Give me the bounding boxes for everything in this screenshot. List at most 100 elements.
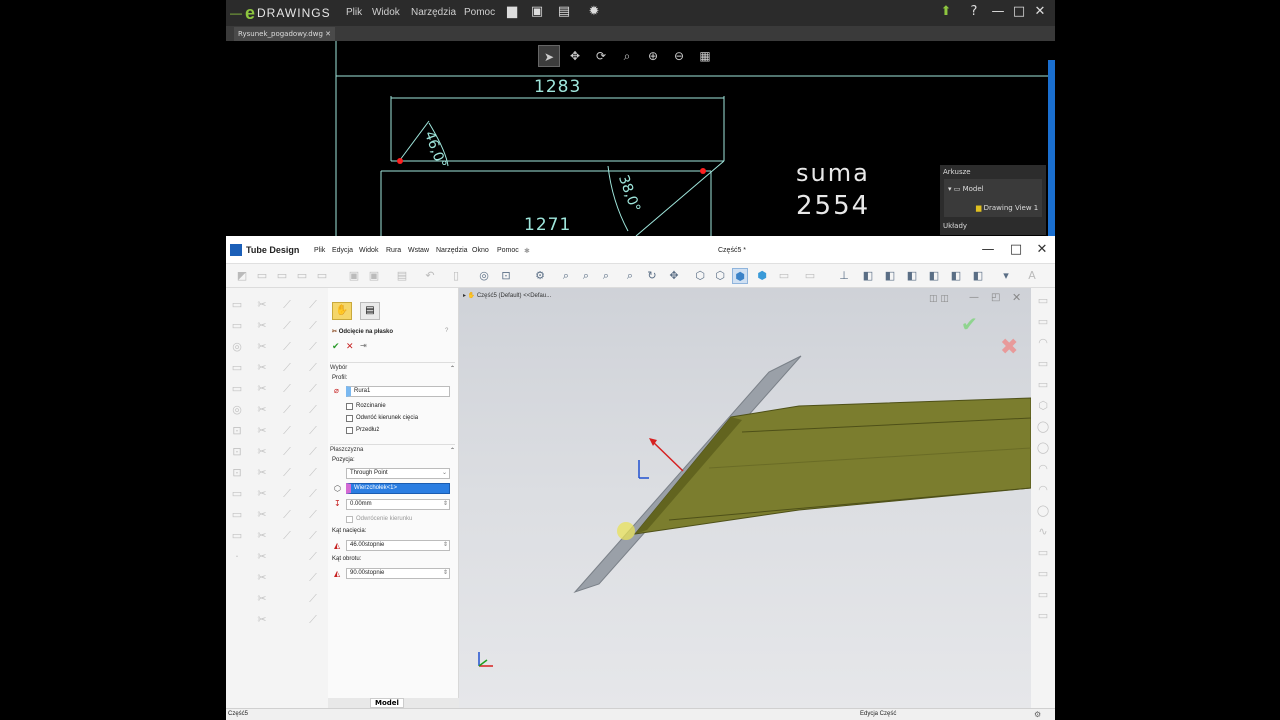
tool-icon[interactable]: ⟋ [279, 465, 295, 481]
view-iso-icon[interactable]: ◧ [970, 268, 986, 284]
tool-icon[interactable]: ▭ [229, 528, 245, 544]
new-icon[interactable]: ◩ [234, 268, 250, 284]
side-tool-icon[interactable]: ▭ [1035, 314, 1051, 330]
tool-icon[interactable]: ⟋ [279, 381, 295, 397]
shaded-icon[interactable]: ⬢ [754, 268, 770, 284]
document-tab[interactable]: Rysunek_pogadowy.dwg ✕ [234, 27, 335, 41]
zoom-sheet-icon[interactable]: ◎ [476, 268, 492, 284]
tool-icon[interactable]: ✂ [254, 402, 270, 418]
tool-icon[interactable]: ⊡ [229, 444, 245, 460]
maximize-icon[interactable]: □ [1011, 4, 1027, 20]
tool-icon[interactable]: ⟋ [279, 318, 295, 334]
side-tool-icon[interactable]: ▭ [1035, 566, 1051, 582]
tool-icon[interactable]: ⟋ [305, 570, 321, 586]
select-arrow-icon[interactable]: ➤ [538, 45, 560, 67]
save-icon-td[interactable]: ▣ [346, 268, 362, 284]
profile-field[interactable]: Rura1 [346, 386, 450, 397]
pan-icon[interactable]: ✥ [564, 45, 586, 67]
extend-checkbox[interactable] [346, 427, 353, 434]
side-tool-icon[interactable]: ◠ [1035, 335, 1051, 351]
arrow-up-icon[interactable]: ⬆ [938, 4, 954, 20]
tool-icon[interactable]: ⟋ [305, 297, 321, 313]
menu-plik[interactable]: Plik [346, 7, 362, 18]
zoom-to-area-icon[interactable]: ⌕ [578, 268, 594, 284]
tool-icon[interactable]: ⟋ [279, 528, 295, 544]
offset-field[interactable]: 0.00mm ⇕ [346, 499, 450, 510]
td-menu-edycja[interactable]: Edycja [332, 247, 353, 254]
copy-icon[interactable]: ▭ [274, 268, 290, 284]
measure-icon[interactable]: ⚙ [532, 268, 548, 284]
rotation-angle-field[interactable]: 90.00stopnie ⇕ [346, 568, 450, 579]
tool-icon[interactable]: ▭ [229, 318, 245, 334]
zoom-in-out-icon[interactable]: ⌕ [598, 268, 614, 284]
rotate-icon[interactable]: ⟳ [590, 45, 612, 67]
pan-view-icon[interactable]: ✥ [666, 268, 682, 284]
tool-icon[interactable]: ⟋ [305, 423, 321, 439]
text-icon[interactable]: A [1024, 268, 1040, 284]
tool-icon[interactable]: ⊡ [229, 423, 245, 439]
tool-icon[interactable]: ⟋ [279, 444, 295, 460]
normal-to-icon[interactable]: ⊥ [836, 268, 852, 284]
tool-icon[interactable]: ✂ [254, 360, 270, 376]
open-icon[interactable]: ▭ [254, 268, 270, 284]
tool-icon[interactable]: ✂ [254, 297, 270, 313]
td-menu-rura[interactable]: Rura [386, 247, 401, 254]
tool-icon[interactable]: ⟋ [279, 297, 295, 313]
vertex-field[interactable]: Wierzchołek<1> [346, 483, 450, 494]
side-tool-icon[interactable]: ▭ [1035, 293, 1051, 309]
side-tool-icon[interactable]: ◠ [1035, 482, 1051, 498]
unfold-checkbox[interactable] [346, 403, 353, 410]
tool-icon[interactable]: ✂ [254, 591, 270, 607]
clipboard-icon[interactable]: ▭ [314, 268, 330, 284]
position-select[interactable]: Through Point ⌄ [346, 468, 450, 479]
tool-icon[interactable]: ✂ [254, 381, 270, 397]
pin-dialog-icon[interactable]: ⇥ [360, 341, 367, 350]
side-tool-icon[interactable]: ⬡ [1035, 398, 1051, 414]
undo-icon[interactable]: ↶ [422, 268, 438, 284]
side-tool-icon[interactable]: ▭ [1035, 608, 1051, 624]
td-menu-plik[interactable]: Plik [314, 247, 325, 254]
scrollbar[interactable] [1048, 60, 1055, 236]
print-icon-td[interactable]: ▤ [394, 268, 410, 284]
ok-icon[interactable]: ✔ [332, 341, 340, 352]
view-cube-icon[interactable]: ▦ [694, 45, 716, 67]
td-minimize-icon[interactable]: — [980, 242, 996, 258]
td-menu-wstaw[interactable]: Wstaw [408, 247, 429, 254]
td-menu-okno[interactable]: Okno [472, 247, 489, 254]
tool-icon[interactable]: ▭ [229, 297, 245, 313]
td-close-icon[interactable]: ✕ [1034, 242, 1050, 258]
open-folder-icon[interactable]: ▆ [504, 4, 520, 20]
tool-icon[interactable]: ✂ [254, 444, 270, 460]
zoom-box-icon[interactable]: ⊡ [498, 268, 514, 284]
view-left-icon[interactable]: ◧ [904, 268, 920, 284]
td-maximize-icon[interactable]: □ [1008, 242, 1024, 258]
td-menu-narzedzia[interactable]: Narzędzia [436, 247, 468, 254]
tool-icon[interactable]: ⟋ [305, 444, 321, 460]
section-selection[interactable]: Wybór ⌃ [330, 362, 455, 372]
tool-icon[interactable]: ✂ [254, 612, 270, 628]
tool-icon[interactable]: ▭ [229, 381, 245, 397]
tool-icon[interactable]: ⟋ [305, 339, 321, 355]
tool-icon[interactable]: ✂ [254, 507, 270, 523]
tool-icon[interactable]: ⟋ [279, 339, 295, 355]
close-icon[interactable]: ✕ [1032, 4, 1048, 20]
td-menu-pomoc[interactable]: Pomoc [497, 247, 519, 254]
zoom-fit-icon[interactable]: ⌕ [616, 45, 638, 67]
zoom-icon[interactable]: ⊖ [668, 45, 690, 67]
side-tool-icon[interactable]: ◯ [1035, 503, 1051, 519]
tree-item-drawing-view[interactable]: ▆ Drawing View 1 [976, 204, 1038, 212]
section-view-icon[interactable]: ▭ [776, 268, 792, 284]
display-style-icon[interactable]: ▭ [802, 268, 818, 284]
tool-icon[interactable]: ✂ [254, 465, 270, 481]
print-icon[interactable]: ▤ [556, 4, 572, 20]
wireframe-icon[interactable]: ⬡ [692, 268, 708, 284]
zoom-to-fit-icon[interactable]: ⌕ [558, 268, 574, 284]
td-menu-widok[interactable]: Widok [359, 247, 378, 254]
tool-icon[interactable]: ◎ [229, 402, 245, 418]
reverse-direction-checkbox[interactable] [346, 516, 353, 523]
tab-model[interactable]: Model [370, 698, 404, 708]
tool-icon[interactable]: ⟋ [279, 360, 295, 376]
gear-icon[interactable]: ✹ [586, 4, 602, 20]
tool-icon[interactable]: ⟋ [305, 360, 321, 376]
cancel-icon[interactable]: ✕ [346, 341, 354, 352]
